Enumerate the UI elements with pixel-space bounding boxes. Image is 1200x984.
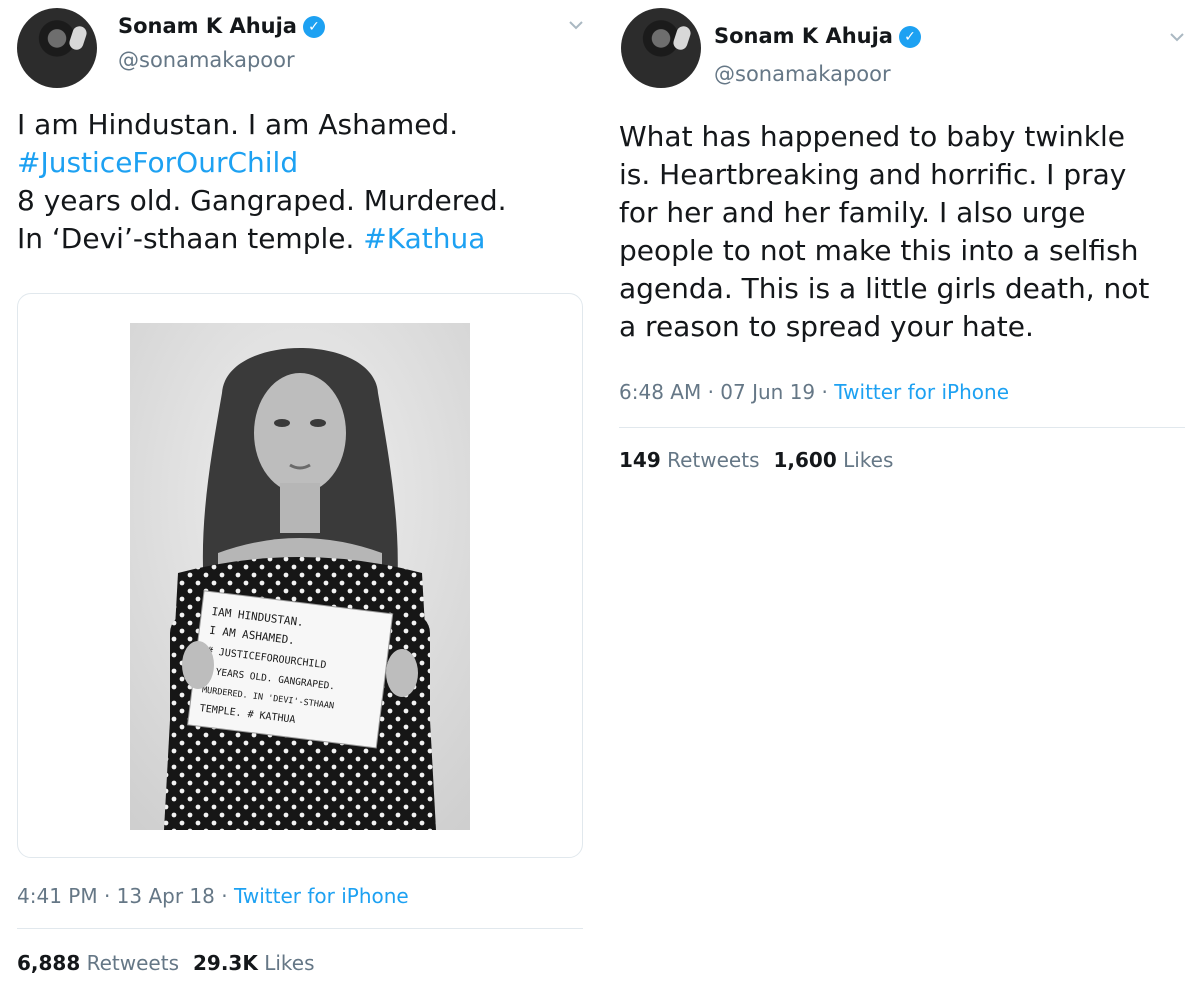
tweet-stats: 6,888 Retweets 29.3K Likes <box>17 951 315 975</box>
tweet-source[interactable]: Twitter for iPhone <box>834 380 1009 404</box>
author-display-name[interactable]: Sonam K Ahuja ✓ <box>118 14 325 38</box>
tweet-stats: 149 Retweets 1,600 Likes <box>619 448 893 472</box>
tweet-card[interactable]: Sonam K Ahuja ✓ @sonamakapoor What has ha… <box>604 0 1200 984</box>
tweet-text-line: I am Hindustan. I am Ashamed. <box>17 108 459 141</box>
tweet-text: What has happened to baby twinkle is. He… <box>619 118 1199 346</box>
author-avatar[interactable] <box>621 8 701 88</box>
chevron-down-icon[interactable] <box>1166 26 1188 48</box>
author-name-text: Sonam K Ahuja <box>118 14 297 38</box>
tweet-date[interactable]: 07 Jun 19 <box>720 380 815 404</box>
hashtag-link[interactable]: #Kathua <box>363 222 485 255</box>
tweet-date[interactable]: 13 Apr 18 <box>117 884 215 908</box>
retweet-count[interactable]: 6,888 Retweets <box>17 951 179 975</box>
tweet-text-line: is. Heartbreaking and horrific. I pray <box>619 158 1127 191</box>
author-display-name[interactable]: Sonam K Ahuja ✓ <box>714 24 921 48</box>
verified-badge-icon: ✓ <box>898 26 921 48</box>
tweet-card[interactable]: Sonam K Ahuja ✓ @sonamakapoor I am Hindus… <box>0 0 600 984</box>
tweet-text-line: people to not make this into a selfish <box>619 234 1139 267</box>
tweet-time[interactable]: 6:48 AM <box>619 380 701 404</box>
tweet-text-line: agenda. This is a little girls death, no… <box>619 272 1150 305</box>
hashtag-link[interactable]: #JusticeForOurChild <box>17 146 298 179</box>
tweet-text-line: a reason to spread your hate. <box>619 310 1034 343</box>
author-handle[interactable]: @sonamakapoor <box>714 62 891 86</box>
tweet-source[interactable]: Twitter for iPhone <box>234 884 409 908</box>
tweet-photo[interactable]: IAM HINDUSTAN. I AM ASHAMED. # JUSTICEFO… <box>130 323 470 830</box>
tweet-text-line: What has happened to baby twinkle <box>619 120 1125 153</box>
tweet-text: I am Hindustan. I am Ashamed. #JusticeFo… <box>17 106 587 258</box>
like-count[interactable]: 29.3K Likes <box>193 951 315 975</box>
tweet-text-line: 8 years old. Gangraped. Murdered. <box>17 184 507 217</box>
tweet-meta: 4:41 PM · 13 Apr 18 · Twitter for iPhone <box>17 884 409 908</box>
author-avatar[interactable] <box>17 8 97 88</box>
author-name-text: Sonam K Ahuja <box>714 24 893 48</box>
retweet-count[interactable]: 149 Retweets <box>619 448 759 472</box>
verified-badge-icon: ✓ <box>302 16 325 38</box>
like-count[interactable]: 1,600 Likes <box>773 448 893 472</box>
photo-illustration: IAM HINDUSTAN. I AM ASHAMED. # JUSTICEFO… <box>130 323 470 830</box>
tweet-text-line: In ‘Devi’-sthaan temple. <box>17 222 355 255</box>
tweet-meta: 6:48 AM · 07 Jun 19 · Twitter for iPhone <box>619 380 1010 404</box>
divider <box>619 427 1185 428</box>
tweet-text-line: for her and her family. I also urge <box>619 196 1086 229</box>
author-handle[interactable]: @sonamakapoor <box>118 48 295 72</box>
tweet-time[interactable]: 4:41 PM <box>17 884 98 908</box>
divider <box>17 928 583 929</box>
chevron-down-icon[interactable] <box>565 14 587 36</box>
